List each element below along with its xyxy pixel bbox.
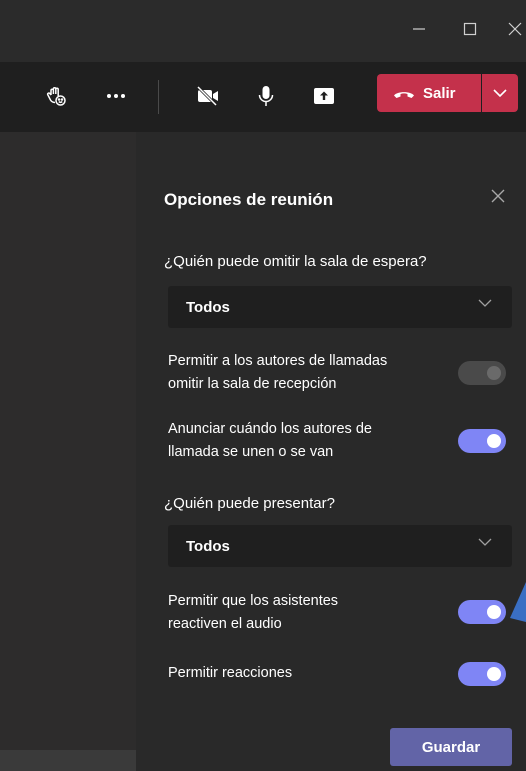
unmute-line1: Permitir que los asistentes: [168, 593, 339, 609]
toolbar-divider: [158, 80, 159, 114]
callers-bypass-label: Permitir a los autores de llamadas omiti…: [168, 350, 458, 396]
meeting-stage: [0, 132, 136, 771]
stage-bottom-strip: [0, 750, 136, 771]
more-options-icon[interactable]: [96, 76, 136, 116]
presenters-label: ¿Quién puede presentar?: [164, 495, 335, 512]
toggle-knob: [487, 605, 501, 619]
window-close-icon[interactable]: [500, 14, 526, 44]
toggle-knob: [487, 366, 501, 380]
raise-hand-icon[interactable]: [36, 76, 76, 116]
maximize-icon[interactable]: [455, 14, 485, 44]
announce-line2: llamada se unen o se van: [168, 444, 334, 460]
callers-bypass-toggle[interactable]: [458, 361, 506, 385]
callers-bypass-line1: Permitir a los autores de llamadas: [168, 353, 388, 369]
leave-button[interactable]: Salir: [377, 74, 481, 112]
bypass-lobby-label: ¿Quién puede omitir la sala de espera?: [164, 253, 427, 270]
title-bar: [0, 0, 526, 62]
unmute-label: Permitir que los asistentes reactiven el…: [168, 590, 458, 636]
presenters-value: Todos: [186, 537, 230, 555]
chevron-down-icon: [493, 89, 507, 97]
toggle-knob: [487, 434, 501, 448]
chevron-down-icon: [478, 538, 492, 546]
unmute-toggle[interactable]: [458, 600, 506, 624]
leave-label: Salir: [423, 84, 456, 102]
reactions-toggle[interactable]: [458, 662, 506, 686]
announce-label: Anunciar cuándo los autores de llamada s…: [168, 418, 458, 464]
reactions-label: Permitir reacciones: [168, 665, 293, 681]
leave-options-button[interactable]: [482, 74, 518, 112]
bypass-lobby-select[interactable]: Todos: [168, 286, 512, 328]
meeting-options-panel: Opciones de reunión ¿Quién puede omitir …: [136, 132, 526, 771]
close-icon[interactable]: [486, 184, 510, 208]
save-button[interactable]: Guardar: [390, 728, 512, 766]
phone-hangup-icon: [394, 92, 414, 98]
minimize-icon[interactable]: [404, 14, 434, 44]
bypass-lobby-value: Todos: [186, 298, 230, 316]
toggle-knob: [487, 667, 501, 681]
share-screen-icon[interactable]: [304, 76, 344, 116]
panel-title: Opciones de reunión: [164, 190, 334, 209]
announce-toggle[interactable]: [458, 429, 506, 453]
callers-bypass-line2: omitir la sala de recepción: [168, 376, 337, 392]
unmute-line2: reactiven el audio: [168, 616, 282, 632]
microphone-icon[interactable]: [246, 76, 286, 116]
presenters-select[interactable]: Todos: [168, 525, 512, 567]
camera-off-icon[interactable]: [188, 76, 228, 116]
chevron-down-icon: [478, 299, 492, 307]
annotation-arrow-icon: [510, 582, 526, 622]
announce-line1: Anunciar cuándo los autores de: [168, 421, 372, 437]
